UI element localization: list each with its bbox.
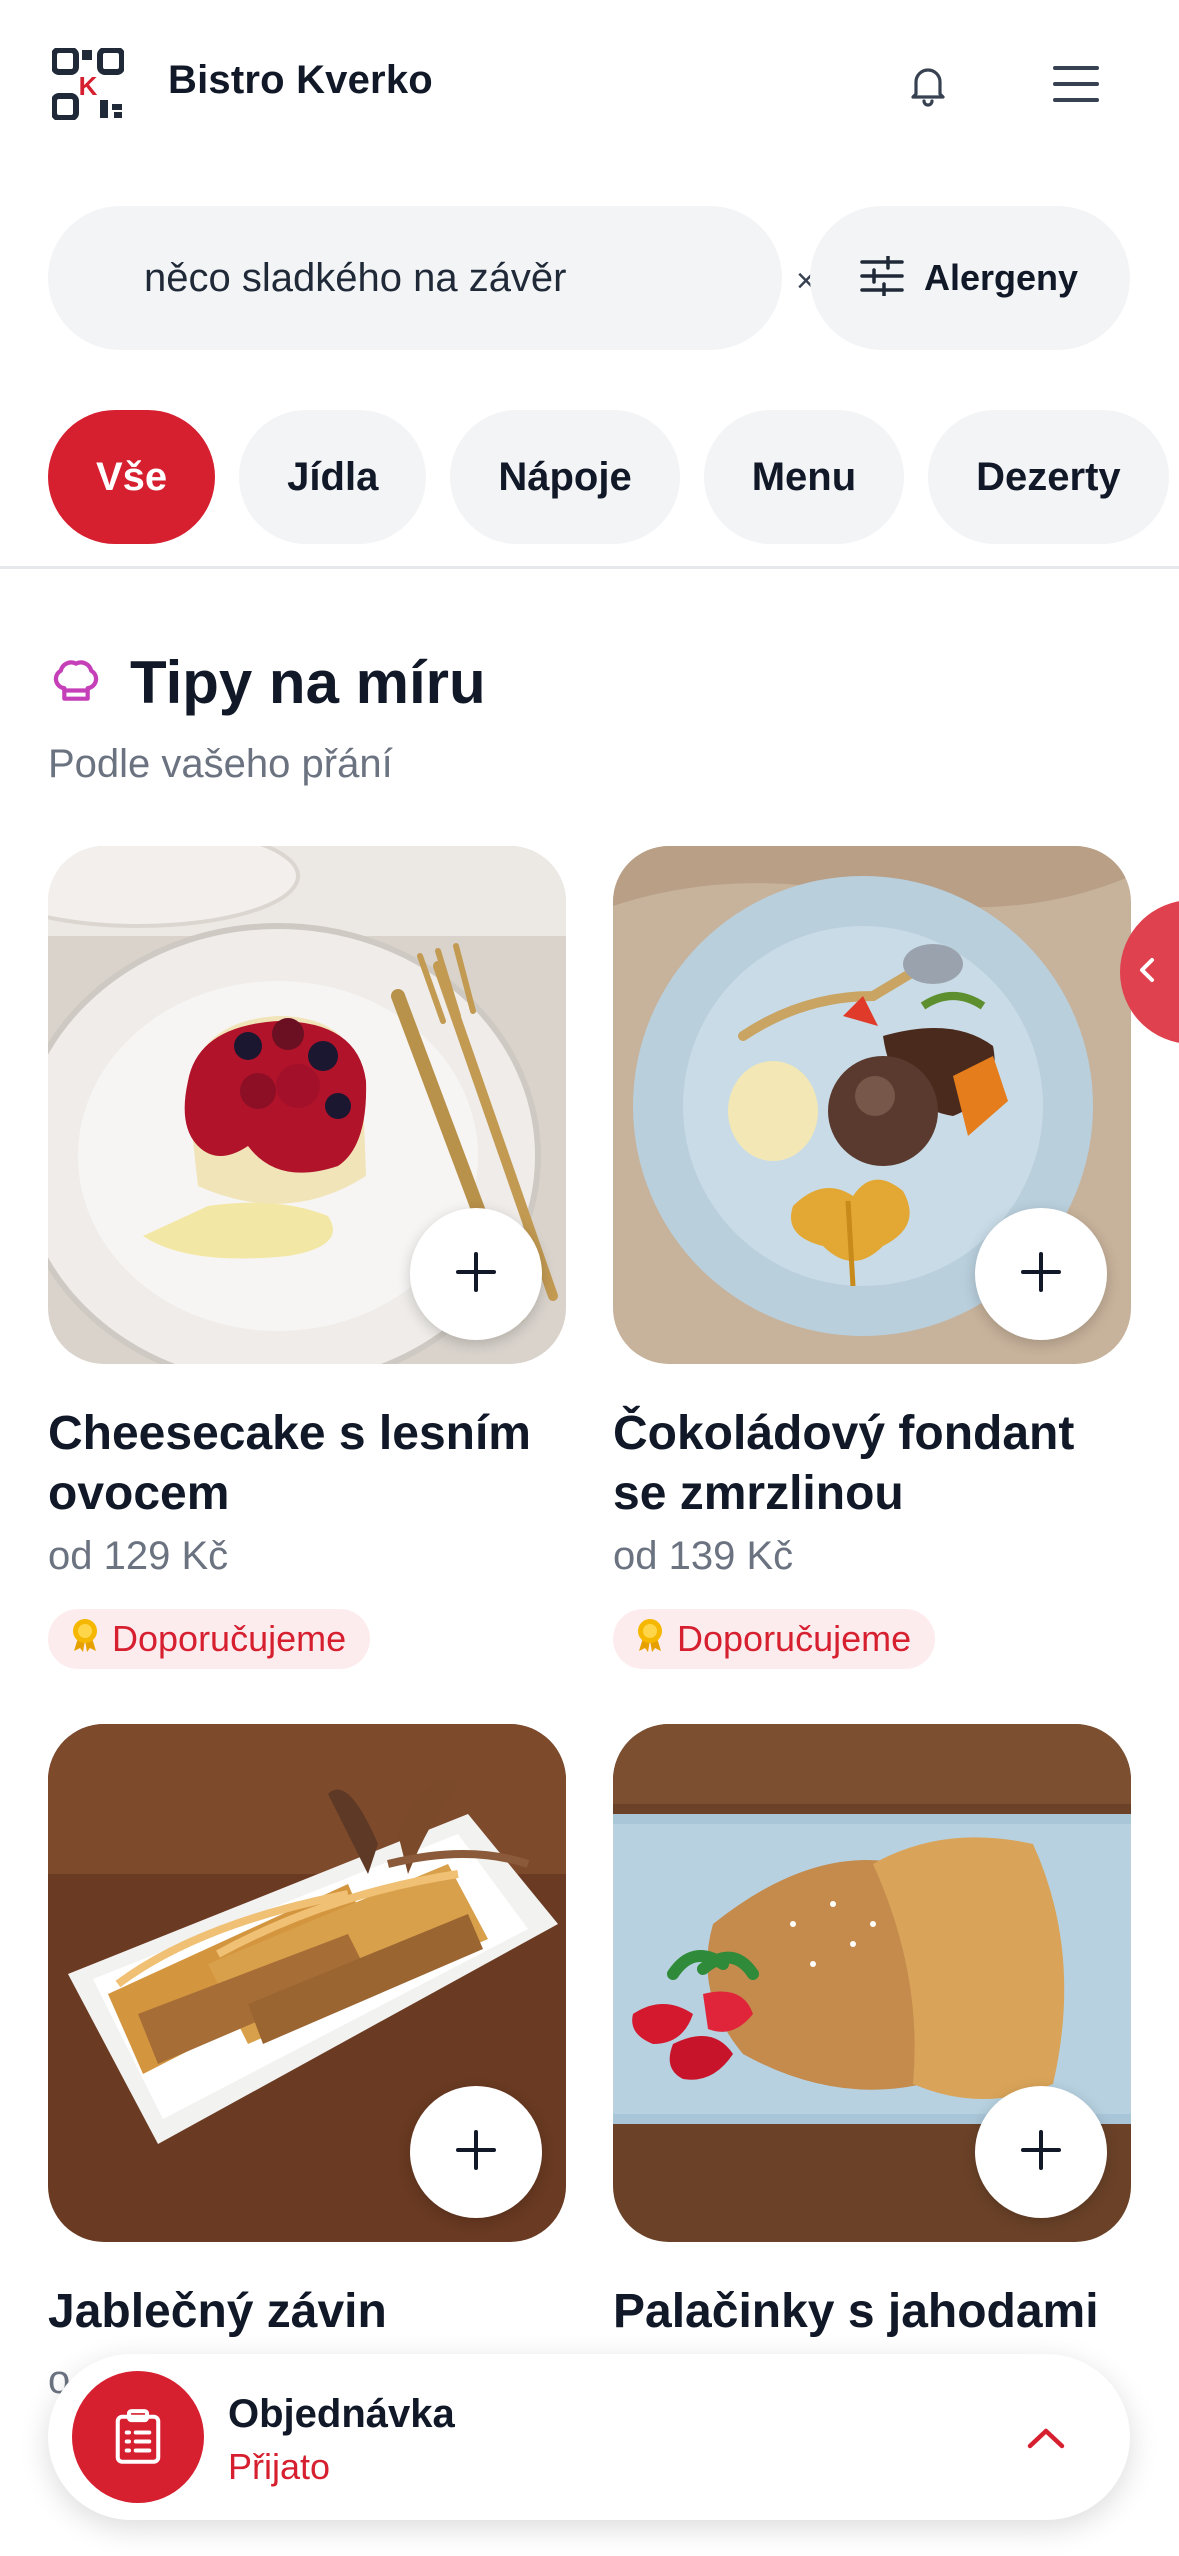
divider <box>0 566 1179 569</box>
add-to-cart-button[interactable] <box>975 2086 1107 2218</box>
add-to-cart-button[interactable] <box>975 1208 1107 1340</box>
product-price: od 129 Kč <box>48 1534 229 1578</box>
tab-food[interactable]: Jídla <box>239 410 427 544</box>
award-icon <box>70 1618 100 1661</box>
bell-icon[interactable] <box>900 56 956 112</box>
add-to-cart-button[interactable] <box>410 2086 542 2218</box>
qr-logo-icon[interactable]: K <box>51 47 125 121</box>
allergens-label: Alergeny <box>924 257 1079 298</box>
product-image[interactable] <box>48 846 566 1364</box>
plus-icon <box>1019 2128 1063 2177</box>
plus-icon <box>454 1250 498 1299</box>
recommended-badge: Doporučujeme <box>48 1609 371 1669</box>
product-card[interactable]: Čokoládový fondant se zmrzlinou od 139 K… <box>613 846 1131 1669</box>
product-card[interactable]: Palačinky s jahodami <box>613 1724 1131 2342</box>
category-tabs: Vše Jídla Nápoje Menu Dezerty <box>48 410 1169 544</box>
product-price: od 139 Kč <box>613 1534 794 1578</box>
tab-drinks[interactable]: Nápoje <box>450 410 680 544</box>
plus-icon <box>454 2128 498 2177</box>
product-name: Palačinky s jahodami <box>613 2285 1099 2338</box>
tab-menu[interactable]: Menu <box>703 410 905 544</box>
product-image[interactable] <box>613 1724 1131 2242</box>
section-title: Tipy na míru <box>130 649 486 716</box>
tab-desserts[interactable]: Dezerty <box>928 410 1169 544</box>
chevron-up-icon[interactable] <box>1018 2410 1074 2466</box>
app-header: K Bistro Kverko <box>0 0 1179 170</box>
add-to-cart-button[interactable] <box>410 1208 542 1340</box>
product-name: Cheesecake s lesním ovocem <box>48 1407 531 1520</box>
product-name: Jablečný závin <box>48 2285 387 2338</box>
hamburger-menu-icon[interactable] <box>1048 56 1104 112</box>
product-image[interactable] <box>48 1724 566 2242</box>
order-status: Přijato <box>228 2446 331 2487</box>
order-title: Objednávka <box>228 2392 455 2436</box>
chevron-left-icon <box>1136 954 1160 991</box>
product-image[interactable] <box>613 846 1131 1364</box>
product-name: Čokoládový fondant se zmrzlinou <box>613 1407 1075 1520</box>
sliders-icon <box>860 253 904 301</box>
svg-text:K: K <box>79 71 98 101</box>
badge-label: Doporučujeme <box>112 1618 347 1659</box>
recommended-badge: Doporučujeme <box>613 1609 936 1669</box>
allergens-filter-button[interactable]: Alergeny <box>810 206 1130 350</box>
section-subtitle: Podle vašeho přání <box>48 742 393 786</box>
award-icon <box>635 1618 665 1661</box>
clipboard-icon <box>72 2371 204 2503</box>
chef-hat-icon <box>48 652 104 713</box>
order-status-bar[interactable]: Objednávka Přijato <box>48 2354 1130 2520</box>
product-card[interactable]: Jablečný závin <box>48 1724 566 2342</box>
tab-all[interactable]: Vše <box>48 410 216 544</box>
badge-label: Doporučujeme <box>677 1618 912 1659</box>
plus-icon <box>1019 1250 1063 1299</box>
section-header: Tipy na míru <box>48 648 486 717</box>
search-query: něco sladkého na závěr <box>144 256 567 300</box>
brand-name: Bistro Kverko <box>168 58 433 102</box>
search-input[interactable]: něco sladkého na závěr <box>48 206 782 350</box>
product-card[interactable]: Cheesecake s lesním ovocem od 129 Kč Dop… <box>48 846 566 1669</box>
